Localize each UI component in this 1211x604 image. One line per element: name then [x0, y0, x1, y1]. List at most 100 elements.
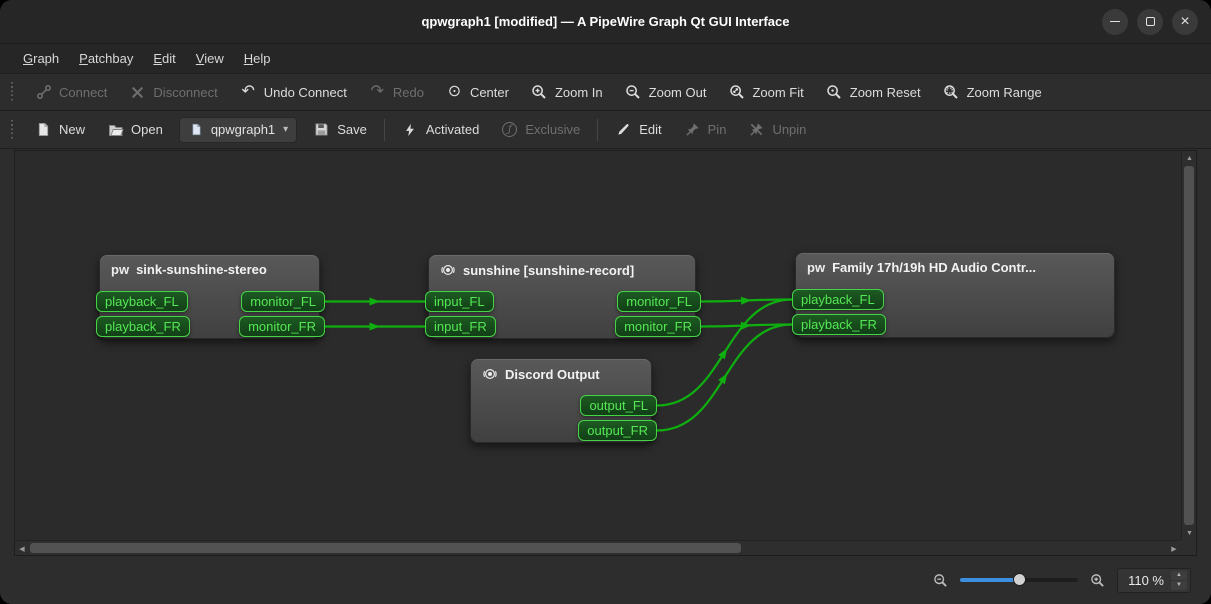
maximize-icon — [1146, 17, 1155, 26]
chevron-down-icon: ▾ — [281, 124, 288, 135]
port-monitor_FR[interactable]: monitor_FR — [615, 316, 701, 337]
menu-help[interactable]: Help — [235, 47, 280, 70]
horizontal-scrollbar[interactable]: ◀ ▶ — [15, 540, 1181, 555]
edit-button[interactable]: Edit — [605, 115, 671, 144]
center-button[interactable]: ⊙ Center — [436, 78, 519, 107]
zoom-slider[interactable] — [960, 573, 1078, 587]
zoom-fit-icon — [728, 84, 745, 101]
menubar: Graph Patchbay Edit View Help — [0, 44, 1211, 74]
zoom-slider-handle[interactable] — [1013, 573, 1026, 586]
port-monitor_FR[interactable]: monitor_FR — [239, 316, 325, 337]
scrollbar-corner — [1181, 540, 1196, 555]
save-button[interactable]: Save — [303, 115, 377, 144]
patchbay-selector[interactable]: qpwgraph1 ▾ — [179, 117, 297, 143]
connect-label: Connect — [59, 85, 107, 100]
scroll-left-icon[interactable]: ◀ — [15, 541, 29, 556]
open-label: Open — [131, 122, 163, 137]
node-title: Family 17h/19h HD Audio Contr... — [832, 260, 1036, 275]
port-playback_FR[interactable]: playback_FR — [792, 314, 886, 335]
close-button[interactable]: × — [1172, 9, 1198, 35]
new-label: New — [59, 122, 85, 137]
connect-button[interactable]: Connect — [25, 78, 117, 107]
vertical-scrollbar[interactable]: ▲ ▼ — [1181, 151, 1196, 540]
redo-button[interactable]: ↷ Redo — [359, 78, 434, 107]
port-input_FR[interactable]: input_FR — [425, 316, 496, 337]
activated-toggle[interactable]: Activated — [392, 115, 489, 144]
port-output_FL[interactable]: output_FL — [580, 395, 657, 416]
zoom-range-icon — [943, 84, 960, 101]
activated-label: Activated — [426, 122, 479, 137]
new-button[interactable]: New — [25, 115, 95, 144]
patchbay-file-icon — [188, 121, 205, 138]
port-playback_FL[interactable]: playback_FL — [792, 289, 884, 310]
zoom-out-button[interactable]: Zoom Out — [615, 78, 717, 107]
zoom-spin-arrows: ▲ ▼ — [1171, 571, 1187, 590]
zoom-out-icon[interactable] — [933, 573, 948, 588]
undo-connect-button[interactable]: ↶ Undo Connect — [230, 78, 357, 107]
zoom-in-icon[interactable] — [1090, 573, 1105, 588]
port-output_FR[interactable]: output_FR — [578, 420, 657, 441]
disconnect-label: Disconnect — [153, 85, 217, 100]
patchbay-selector-value: qpwgraph1 — [211, 122, 275, 137]
scroll-down-icon[interactable]: ▼ — [1182, 526, 1197, 540]
save-label: Save — [337, 122, 367, 137]
maximize-button[interactable] — [1137, 9, 1163, 35]
exclusive-icon: ƒ — [501, 121, 518, 138]
undo-icon: ↶ — [240, 84, 257, 101]
connections-layer — [15, 151, 1181, 540]
toolbar-main: Connect Disconnect ↶ Undo Connect ↷ Redo… — [0, 74, 1211, 111]
zoom-in-button[interactable]: Zoom In — [521, 78, 613, 107]
exclusive-label: Exclusive — [525, 122, 580, 137]
zoom-range-button[interactable]: Zoom Range — [933, 78, 1052, 107]
statusbar: 110 % ▲ ▼ — [0, 556, 1211, 604]
connect-icon — [35, 84, 52, 101]
graph-canvas-area: pw sink-sunshine-stereo playback_FL play… — [14, 150, 1197, 556]
zoom-fit-button[interactable]: Zoom Fit — [718, 78, 813, 107]
zoom-reset-button[interactable]: Zoom Reset — [816, 78, 931, 107]
zoom-spinbox[interactable]: 110 % ▲ ▼ — [1117, 568, 1191, 593]
menu-patchbay[interactable]: Patchbay — [70, 47, 142, 70]
edit-label: Edit — [639, 122, 661, 137]
horizontal-scrollbar-handle[interactable] — [30, 543, 741, 553]
toolbar-drag-handle[interactable] — [10, 120, 15, 140]
scroll-up-icon[interactable]: ▲ — [1182, 151, 1197, 165]
pipewire-icon: pw — [807, 260, 825, 275]
spin-up-icon[interactable]: ▲ — [1171, 571, 1187, 580]
unpin-button[interactable]: Unpin — [738, 115, 816, 144]
zoom-range-label: Zoom Range — [967, 85, 1042, 100]
disconnect-button[interactable]: Disconnect — [119, 78, 227, 107]
scroll-right-icon[interactable]: ▶ — [1167, 541, 1181, 556]
node-sunshine[interactable]: sunshine [sunshine-record] input_FL inpu… — [428, 254, 696, 339]
node-title: Discord Output — [505, 367, 600, 382]
port-input_FL[interactable]: input_FL — [425, 291, 494, 312]
toolbar-drag-handle[interactable] — [10, 82, 15, 102]
activated-bolt-icon — [402, 121, 419, 138]
titlebar[interactable]: qpwgraph1 [modified] — A PipeWire Graph … — [0, 0, 1211, 44]
port-playback_FL[interactable]: playback_FL — [96, 291, 188, 312]
vertical-scrollbar-handle[interactable] — [1184, 166, 1194, 525]
menu-view[interactable]: View — [187, 47, 233, 70]
open-button[interactable]: Open — [97, 115, 173, 144]
zoom-in-icon — [531, 84, 548, 101]
redo-icon: ↷ — [369, 84, 386, 101]
minimize-button[interactable] — [1102, 9, 1128, 35]
undo-connect-label: Undo Connect — [264, 85, 347, 100]
zoom-reset-label: Zoom Reset — [850, 85, 921, 100]
node-family-hd-audio[interactable]: pw Family 17h/19h HD Audio Contr... play… — [795, 252, 1115, 338]
menu-graph[interactable]: Graph — [14, 47, 68, 70]
audio-record-icon — [482, 366, 498, 382]
node-sink-sunshine-stereo[interactable]: pw sink-sunshine-stereo playback_FL play… — [99, 254, 320, 339]
disconnect-icon — [129, 84, 146, 101]
edit-pencil-icon — [615, 121, 632, 138]
node-header: sunshine [sunshine-record] — [429, 255, 695, 278]
spin-down-icon[interactable]: ▼ — [1171, 581, 1187, 590]
graph-canvas[interactable]: pw sink-sunshine-stereo playback_FL play… — [15, 151, 1181, 540]
port-monitor_FL[interactable]: monitor_FL — [241, 291, 325, 312]
port-playback_FR[interactable]: playback_FR — [96, 316, 190, 337]
pin-button[interactable]: Pin — [674, 115, 737, 144]
node-discord-output[interactable]: Discord Output output_FL output_FR — [470, 358, 652, 443]
menu-edit[interactable]: Edit — [144, 47, 184, 70]
exclusive-toggle[interactable]: ƒ Exclusive — [491, 115, 590, 144]
port-monitor_FL[interactable]: monitor_FL — [617, 291, 701, 312]
center-label: Center — [470, 85, 509, 100]
